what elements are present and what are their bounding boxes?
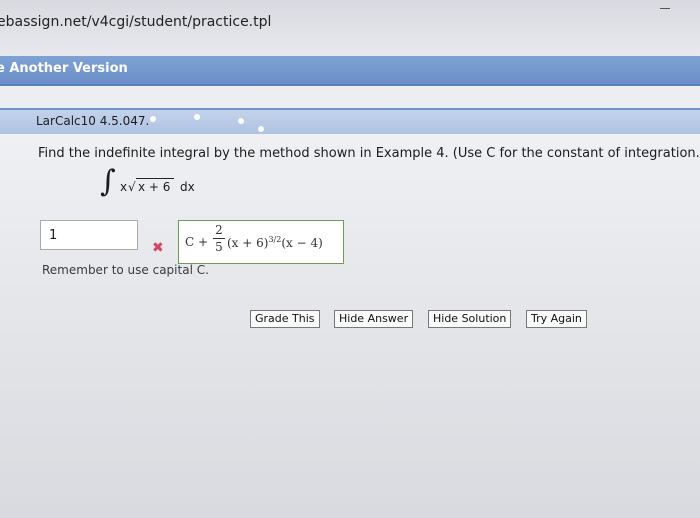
hint-text: Remember to use capital C.: [42, 263, 209, 277]
sqrt-icon: √: [128, 180, 136, 194]
integrand-radicand: x + 6: [138, 180, 171, 194]
minimize-icon[interactable]: [660, 8, 670, 9]
question-id: LarCalc10 4.5.047.: [36, 114, 150, 128]
integral-sign: ∫: [100, 164, 116, 199]
integrand-differential: dx: [180, 180, 195, 194]
correct-suffix: (x − 4): [281, 236, 323, 250]
question-header: LarCalc10 4.5.047.: [0, 108, 700, 134]
correct-prefix: C +: [185, 235, 209, 249]
correct-exponent: 3/2: [268, 235, 282, 244]
browser-address-bar: ebassign.net/v4cgi/student/practice.tpl: [0, 0, 700, 58]
correct-fraction: 2 5: [213, 223, 225, 254]
correct-answer-box: C + 2 5 (x + 6)3/2(x − 4): [178, 220, 344, 264]
try-again-button[interactable]: Try Again: [526, 310, 587, 328]
hide-solution-button[interactable]: Hide Solution: [428, 310, 512, 328]
correct-body: (x + 6)3/2(x − 4): [227, 235, 323, 250]
toolbar: e Another Version: [0, 56, 700, 86]
glare-dot: [258, 126, 264, 132]
fraction-line: [213, 238, 225, 239]
fraction-numerator: 2: [215, 223, 223, 237]
fraction-denominator: 5: [215, 240, 223, 254]
glare-dot: [194, 114, 200, 120]
sqrt-bar: [136, 178, 174, 179]
spacer: [0, 86, 700, 108]
grade-this-button[interactable]: Grade This: [250, 310, 320, 328]
answer-value[interactable]: 1: [49, 228, 57, 243]
question-body: Find the indefinite integral by the meth…: [0, 134, 700, 518]
hide-answer-button[interactable]: Hide Answer: [334, 310, 414, 328]
integrand-factor: x: [120, 180, 128, 194]
another-version-link[interactable]: e Another Version: [0, 61, 128, 76]
x-mark-icon: ✖: [152, 240, 164, 256]
answer-input[interactable]: 1: [40, 220, 138, 250]
question-prompt: Find the indefinite integral by the meth…: [38, 146, 700, 161]
url-text[interactable]: ebassign.net/v4cgi/student/practice.tpl: [0, 14, 271, 30]
glare-dot: [150, 116, 156, 122]
correct-base: (x + 6): [227, 236, 269, 250]
glare-dot: [238, 118, 244, 124]
